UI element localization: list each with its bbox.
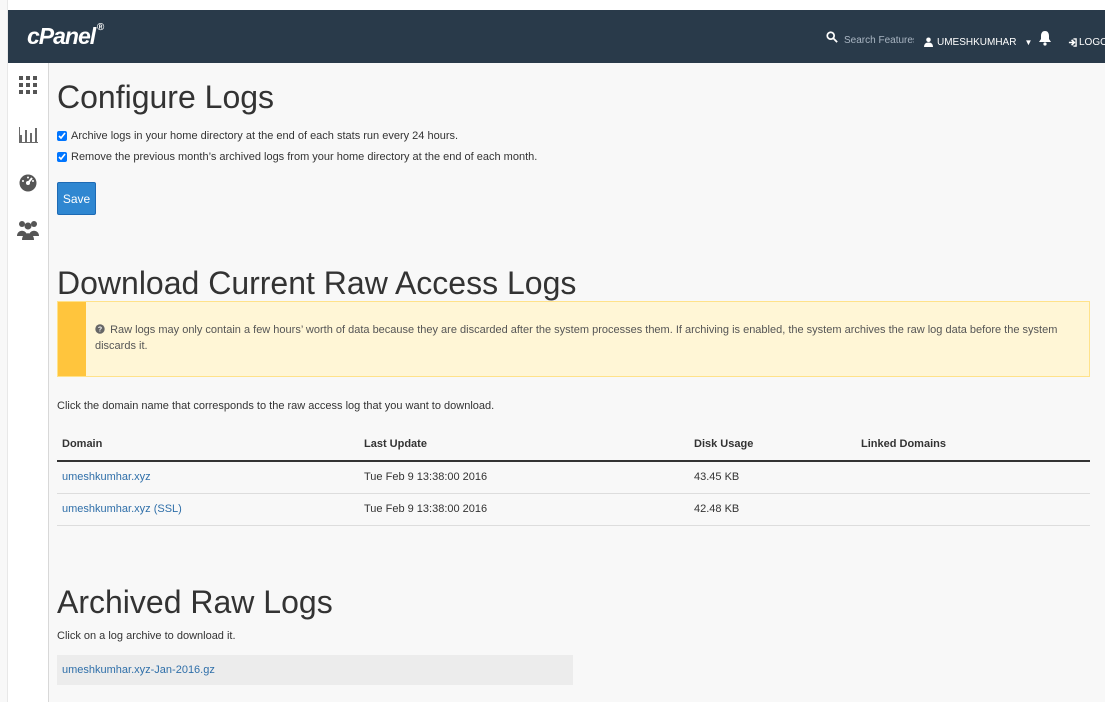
table-header: Domain Last Update Disk Usage Linked Dom… [57,429,1090,462]
svg-text:?: ? [98,327,102,334]
logout-label: LOGOUT [1079,36,1105,48]
domain-link[interactable]: umeshkumhar.xyz [62,471,151,483]
main-content: Configure Logs Archive logs in your home… [57,63,1092,702]
last-update-value: Tue Feb 9 13:38:00 2016 [364,503,488,515]
user-icon [924,37,933,47]
logout-button[interactable]: LOGOUT [1068,34,1105,50]
table-row: umeshkumhar.xyz Tue Feb 9 13:38:00 2016 … [57,462,1090,494]
download-raw-logs-title: Download Current Raw Access Logs [57,265,577,301]
raw-access-logs-table: Domain Last Update Disk Usage Linked Dom… [57,429,1090,526]
registered-mark: ® [96,22,104,33]
top-navigation-bar: cPanel ® UMESHKUMHAR ▼ LOGOUT [8,10,1105,63]
archived-logs-description: Click on a log archive to download it. [57,630,236,642]
archive-logs-checkbox[interactable] [57,131,67,141]
raw-logs-notice: ? Raw logs may only contain a few hours’… [57,301,1090,377]
archive-logs-label: Archive logs in your home directory at t… [71,130,459,142]
user-menu[interactable]: UMESHKUMHAR ▼ [924,34,1032,50]
column-header-last-update: Last Update [364,438,427,450]
archived-raw-logs-title: Archived Raw Logs [57,584,333,620]
notice-color-bar [58,302,86,376]
feature-search[interactable] [826,30,916,50]
search-features-input[interactable] [842,30,916,50]
column-header-domain: Domain [62,438,103,450]
chevron-down-icon: ▼ [1024,37,1033,47]
remove-archived-logs-option[interactable]: Remove the previous month’s archived log… [57,150,537,164]
brand-name: cPanel [27,23,96,49]
notifications-bell-icon[interactable] [1038,30,1052,46]
statistics-icon[interactable] [17,123,39,145]
logout-icon [1068,37,1077,47]
page-left-frame [0,0,8,702]
top-margin [8,0,1105,10]
remove-archived-logs-checkbox[interactable] [57,152,67,162]
search-icon [826,31,838,43]
info-icon: ? [95,324,105,334]
disk-usage-value: 42.48 KB [694,503,740,515]
configure-logs-title: Configure Logs [57,79,275,115]
disk-usage-value: 43.45 KB [694,471,740,483]
save-button[interactable]: Save [57,182,96,215]
last-update-value: Tue Feb 9 13:38:00 2016 [364,471,488,483]
raw-logs-instruction: Click the domain name that corresponds t… [57,400,495,412]
users-icon[interactable] [17,219,39,241]
archive-logs-option[interactable]: Archive logs in your home directory at t… [57,129,458,143]
column-header-linked-domains: Linked Domains [861,438,946,450]
archive-file-item[interactable]: umeshkumhar.xyz-Jan-2016.gz [57,655,573,685]
domain-link[interactable]: umeshkumhar.xyz (SSL) [62,503,182,515]
remove-archived-logs-label: Remove the previous month’s archived log… [71,151,538,163]
column-header-disk-usage: Disk Usage [694,438,754,450]
dashboard-icon[interactable] [17,172,39,194]
notice-text: ? Raw logs may only contain a few hours’… [95,322,1075,354]
cpanel-logo[interactable]: cPanel ® [27,22,104,50]
home-grid-icon[interactable] [17,74,39,96]
left-sidebar [8,63,49,702]
archive-file-link[interactable]: umeshkumhar.xyz-Jan-2016.gz [62,664,215,676]
username: UMESHKUMHAR [937,36,1017,48]
notice-message: Raw logs may only contain a few hours’ w… [95,324,1058,352]
table-row: umeshkumhar.xyz (SSL) Tue Feb 9 13:38:00… [57,494,1090,526]
